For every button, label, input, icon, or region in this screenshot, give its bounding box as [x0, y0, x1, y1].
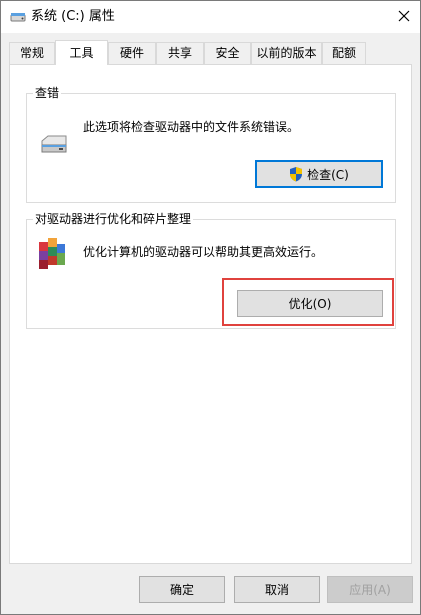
- tab-tools[interactable]: 工具: [55, 40, 108, 65]
- tools-panel: 查错 此选项将检查驱动器中的文件系统错误。 检查(C) 对驱动器进行优化和碎片整…: [9, 64, 412, 564]
- tab-quota[interactable]: 配额: [322, 42, 366, 64]
- error-check-description: 此选项将检查驱动器中的文件系统错误。: [83, 120, 300, 134]
- tab-sharing[interactable]: 共享: [156, 42, 204, 64]
- window-title: 系统 (C:) 属性: [31, 9, 115, 24]
- cancel-button-label: 取消: [264, 583, 289, 597]
- tab-general[interactable]: 常规: [9, 42, 55, 64]
- apply-button[interactable]: 应用(A): [327, 576, 413, 603]
- close-icon: [398, 10, 410, 25]
- tab-hardware[interactable]: 硬件: [108, 42, 156, 64]
- properties-window: 系统 (C:) 属性 常规 工具 硬件 共享 安全 以前的版本 配额 查错 此选…: [0, 0, 421, 615]
- tab-security[interactable]: 安全: [204, 42, 251, 64]
- optimize-description: 优化计算机的驱动器可以帮助其更高效运行。: [83, 245, 324, 259]
- check-button[interactable]: 检查(C): [255, 160, 383, 188]
- ok-button-label: 确定: [169, 583, 194, 597]
- cancel-button[interactable]: 取消: [234, 576, 320, 603]
- defrag-icon: [37, 236, 67, 272]
- drive-icon: [10, 10, 26, 24]
- error-check-title: 查错: [33, 85, 62, 101]
- uac-shield-icon: [289, 166, 303, 182]
- drive-icon: [39, 132, 69, 156]
- check-button-label: 检查(C): [307, 167, 349, 182]
- error-check-group: 查错 此选项将检查驱动器中的文件系统错误。 检查(C): [26, 85, 396, 203]
- title-bar[interactable]: 系统 (C:) 属性: [1, 1, 420, 33]
- highlight-box: [222, 278, 394, 326]
- apply-button-label: 应用(A): [349, 583, 391, 597]
- close-button[interactable]: [388, 1, 420, 33]
- tab-previous-versions[interactable]: 以前的版本: [251, 42, 322, 64]
- ok-button[interactable]: 确定: [139, 576, 225, 603]
- tab-strip: 常规 工具 硬件 共享 安全 以前的版本 配额: [9, 40, 413, 65]
- optimize-title: 对驱动器进行优化和碎片整理: [33, 211, 194, 227]
